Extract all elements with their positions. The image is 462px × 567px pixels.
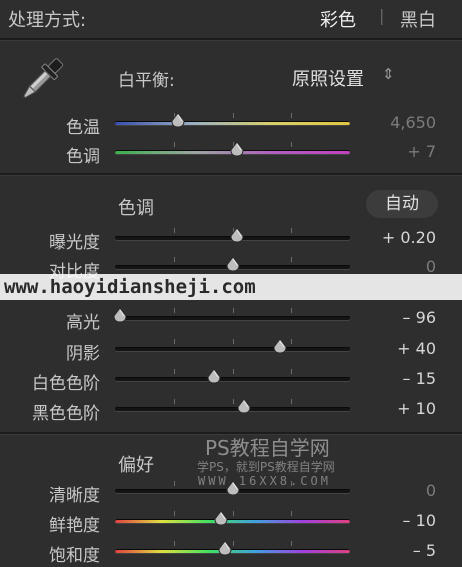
contrast-slider-thumb[interactable]	[225, 256, 240, 272]
slider-tick	[173, 541, 175, 546]
slider-tick	[173, 481, 175, 486]
temp-slider-thumb[interactable]	[171, 112, 185, 128]
clarity-value[interactable]: 0	[366, 481, 436, 500]
clarity-label: 清晰度	[49, 486, 100, 506]
watermark-subtitle: 学PS，就到PS教程自学网	[197, 460, 335, 474]
blacks-slider-track[interactable]	[115, 407, 350, 411]
blacks-slider-thumb[interactable]	[237, 398, 251, 414]
exposure-slider-thumb[interactable]	[230, 227, 244, 243]
whites-slider-track[interactable]	[115, 377, 350, 381]
slider-tick	[173, 399, 175, 404]
tint-label: 色调	[66, 147, 100, 167]
whites-value[interactable]: – 15	[366, 369, 436, 388]
slider-tick	[232, 308, 234, 313]
slider-tick	[291, 339, 293, 344]
wb-preset-select[interactable]: 原照设置	[292, 65, 364, 91]
slider-tick	[173, 228, 175, 233]
eyedropper-icon[interactable]	[10, 56, 66, 108]
blacks-value[interactable]: + 10	[366, 399, 436, 418]
slider-tick	[173, 369, 175, 374]
presence-title: 偏好	[118, 455, 154, 476]
highlights-label: 高光	[66, 313, 100, 333]
slider-tick	[232, 511, 234, 516]
shadows-value[interactable]: + 40	[366, 339, 436, 358]
slider-tick	[173, 308, 175, 313]
slider-tick	[232, 399, 234, 404]
saturation-slider-thumb[interactable]	[218, 540, 232, 556]
whites-slider-thumb[interactable]	[207, 368, 221, 384]
vibrance-value[interactable]: – 10	[366, 511, 436, 530]
wb-label: 白平衡:	[118, 71, 175, 91]
slider-tick	[291, 113, 293, 118]
saturation-value[interactable]: – 5	[366, 541, 436, 560]
temp-label: 色温	[66, 118, 100, 138]
highlights-value[interactable]: – 96	[366, 308, 436, 327]
slider-tick	[291, 142, 293, 147]
slider-tick	[232, 369, 234, 374]
slider-tick	[291, 541, 293, 546]
section-divider	[0, 173, 462, 176]
slider-tick	[173, 257, 175, 262]
slider-tick	[173, 339, 175, 344]
slider-tick	[291, 228, 293, 233]
exposure-label: 曝光度	[49, 233, 100, 253]
slider-tick	[232, 339, 234, 344]
treatment-color-button[interactable]: 彩色	[320, 6, 356, 32]
shadows-label: 阴影	[66, 344, 100, 364]
tint-slider-thumb[interactable]	[230, 141, 244, 157]
develop-panel: 处理方式: 彩色 | 黑白 白平衡: 原照设置 ⇕ 色温 4,650 色调 + …	[0, 0, 462, 567]
treatment-divider: |	[379, 6, 385, 25]
vibrance-label: 鲜艳度	[49, 516, 100, 536]
clarity-slider-thumb[interactable]	[225, 480, 240, 496]
temp-slider-track[interactable]	[115, 121, 350, 125]
temp-value[interactable]: 4,650	[366, 113, 436, 132]
shadows-slider-thumb[interactable]	[272, 338, 287, 354]
slider-tick	[291, 369, 293, 374]
tint-value[interactable]: + 7	[366, 142, 436, 161]
exposure-value[interactable]: + 0.20	[366, 228, 436, 247]
slider-tick	[291, 511, 293, 516]
watermark-url: WWW.16XX8.COM	[198, 474, 331, 488]
section-divider	[0, 38, 462, 41]
slider-tick	[173, 142, 175, 147]
slider-tick	[232, 541, 234, 546]
slider-tick	[291, 257, 293, 262]
saturation-slider-track[interactable]	[115, 549, 350, 553]
vibrance-slider-thumb[interactable]	[214, 510, 228, 526]
watermark-banner: www.haoyidiansheji.com	[0, 274, 462, 300]
whites-label: 白色色阶	[32, 374, 100, 394]
highlights-slider-thumb[interactable]	[113, 307, 127, 323]
chevron-updown-icon[interactable]: ⇕	[382, 65, 395, 83]
slider-tick	[232, 113, 234, 118]
highlights-slider-track[interactable]	[115, 316, 350, 320]
slider-tick	[291, 399, 293, 404]
slider-tick	[173, 511, 175, 516]
shadows-slider-track[interactable]	[115, 347, 350, 351]
watermark-title: PS教程自学网	[205, 436, 330, 460]
treatment-label: 处理方式:	[8, 10, 87, 31]
slider-tick	[291, 308, 293, 313]
saturation-label: 饱和度	[49, 546, 100, 566]
blacks-label: 黑色色阶	[32, 404, 100, 424]
tone-title: 色调	[118, 198, 154, 219]
treatment-bw-button[interactable]: 黑白	[400, 6, 436, 32]
auto-tone-button[interactable]: 自动	[366, 190, 438, 218]
vibrance-slider-track[interactable]	[115, 519, 350, 523]
slider-tick	[291, 481, 293, 486]
